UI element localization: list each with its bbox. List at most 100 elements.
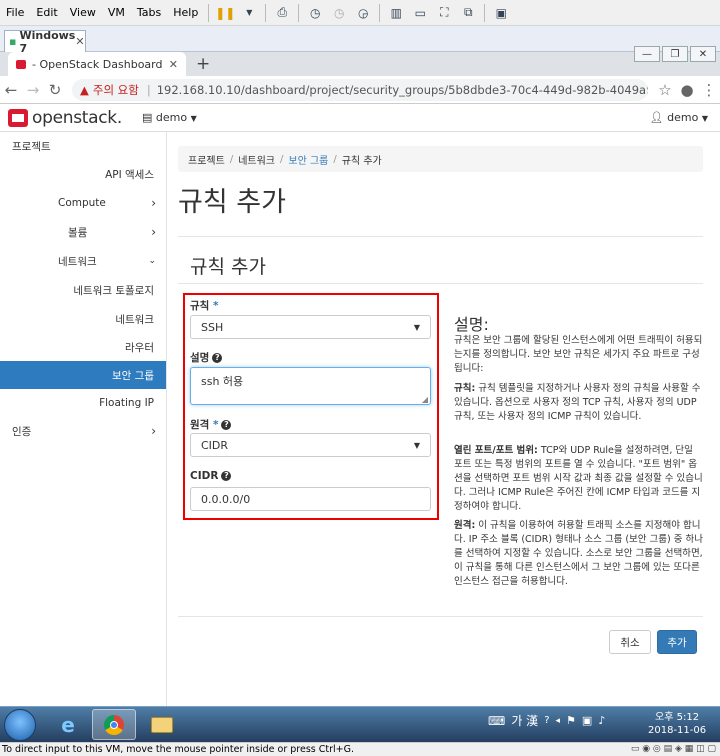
browser-tab[interactable]: - OpenStack Dashboard ✕ bbox=[8, 52, 186, 76]
sidebar-item-security-groups[interactable]: 보안 그룹 bbox=[0, 361, 166, 389]
unity-icon[interactable]: ⧉ bbox=[458, 4, 478, 22]
breadcrumb-separator: / bbox=[229, 153, 234, 165]
help-text: 이 규칙을 이용하여 허용할 트래픽 소스를 지정해야 합니다. IP 주소 블… bbox=[454, 520, 704, 587]
toolbar-divider bbox=[379, 3, 381, 22]
help-icon[interactable]: ? bbox=[212, 353, 223, 363]
cidr-input[interactable]: 0.0.0.0/0 bbox=[190, 487, 431, 511]
vm-tab-label: Windows 7 bbox=[19, 28, 76, 55]
sidebar-item-identity[interactable]: 인증 › bbox=[12, 417, 166, 445]
help-icon[interactable]: ? bbox=[221, 420, 232, 430]
snapshot-icon[interactable]: ◷ bbox=[305, 4, 325, 22]
vm-tab-windows7[interactable]: ▪ Windows 7 ✕ bbox=[4, 28, 86, 55]
breadcrumb-separator: / bbox=[280, 153, 284, 165]
menu-help[interactable]: Help bbox=[167, 6, 204, 19]
cancel-button[interactable]: 취소 bbox=[609, 630, 651, 654]
help-icon[interactable]: ? bbox=[221, 471, 232, 481]
help-icon[interactable]: ? bbox=[544, 715, 549, 726]
add-button[interactable]: 추가 bbox=[657, 630, 697, 654]
rule-select[interactable]: SSH ▼ bbox=[190, 315, 431, 339]
caret-down-icon: ▼ bbox=[190, 114, 197, 123]
breadcrumb-link[interactable]: 보안 그룹 bbox=[288, 152, 328, 167]
project-selector[interactable]: ▤ demo ▼ bbox=[142, 111, 197, 124]
breadcrumb-current: 규칙 추가 bbox=[341, 155, 382, 167]
rule-select-value: SSH bbox=[201, 320, 224, 334]
revert-snapshot-icon[interactable]: ◷ bbox=[329, 4, 349, 22]
sidebar-item-api-access[interactable]: API 액세스 bbox=[0, 160, 166, 188]
openstack-logo[interactable]: openstack. bbox=[8, 108, 122, 128]
account-icon[interactable]: ● bbox=[676, 81, 698, 99]
sidebar-item-label: 라우터 bbox=[125, 341, 154, 354]
reload-icon[interactable]: ↻ bbox=[44, 81, 66, 99]
sidebar-item-networks[interactable]: 네트워크 bbox=[0, 305, 166, 333]
breadcrumb-item[interactable]: 프로젝트 bbox=[188, 152, 225, 167]
rule-label: 규칙 * bbox=[190, 298, 218, 313]
chevron-right-icon: › bbox=[151, 225, 156, 239]
ime-indicator[interactable]: 가 漢 bbox=[511, 712, 538, 729]
help-title: 설명: bbox=[454, 315, 489, 334]
start-button-icon[interactable] bbox=[4, 709, 36, 741]
clock[interactable]: 오후 5:12 2018-11-06 bbox=[648, 711, 706, 737]
help-paragraph: 원격: 이 규칙을 이용하여 허용할 트래픽 소스를 지정해야 합니다. IP … bbox=[454, 519, 704, 589]
user-menu[interactable]: 👤︎ demo ▼ bbox=[650, 111, 708, 124]
volume-icon[interactable]: ♪ bbox=[598, 714, 605, 727]
sidebar-item-router[interactable]: 라우터 bbox=[0, 333, 166, 361]
clock-time: 오후 5:12 bbox=[655, 712, 700, 723]
back-icon[interactable]: ← bbox=[0, 81, 22, 99]
menu-view[interactable]: View bbox=[64, 6, 102, 19]
modal-title: 규칙 추가 bbox=[190, 256, 266, 278]
url-field[interactable]: ▲ 주의 요함 | 192.168.10.10/dashboard/projec… bbox=[72, 78, 648, 101]
project-icon: ▤ bbox=[141, 111, 156, 124]
chrome-icon[interactable] bbox=[92, 709, 136, 740]
security-label[interactable]: 주의 요함 bbox=[93, 82, 139, 98]
minimize-icon[interactable]: — bbox=[634, 46, 660, 62]
menu-kebab-icon[interactable]: ⋮ bbox=[698, 81, 720, 99]
sidebar-item-network[interactable]: 네트워크 ⌄ bbox=[0, 247, 166, 275]
snapshot-manager-icon[interactable]: ◶ bbox=[353, 4, 373, 22]
restore-icon[interactable]: ❐ bbox=[662, 46, 688, 62]
openstack-header: openstack. ▤ demo ▼ 👤︎ demo ▼ bbox=[0, 104, 720, 132]
menu-vm[interactable]: VM bbox=[102, 6, 131, 19]
sidebar-item-project[interactable]: 프로젝트 bbox=[12, 132, 162, 160]
fullscreen-icon[interactable]: ⛶ bbox=[434, 4, 454, 22]
menu-tabs[interactable]: Tabs bbox=[131, 6, 167, 19]
flag-icon[interactable]: ⚑ bbox=[566, 714, 576, 727]
new-tab-icon[interactable]: + bbox=[196, 54, 210, 74]
caret-down-icon: ▼ bbox=[413, 440, 420, 450]
vm-icon: ▪ bbox=[9, 35, 17, 48]
network-icon[interactable]: ▣ bbox=[582, 714, 592, 727]
help-term: 열린 포트/포트 범위: bbox=[454, 445, 538, 456]
cidr-label: CIDR? bbox=[190, 470, 232, 482]
pause-icon[interactable]: ❚❚ bbox=[215, 4, 235, 22]
remote-label: 원격 *? bbox=[190, 417, 232, 432]
keyboard-icon[interactable]: ⌨ bbox=[488, 714, 505, 728]
status-text: To direct input to this VM, move the mou… bbox=[2, 744, 354, 755]
sidebar-item-volume[interactable]: 볼륨 › bbox=[0, 218, 166, 246]
sidebar-item-compute[interactable]: Compute › bbox=[0, 189, 166, 217]
sidebar-view-icon[interactable]: ▥ bbox=[386, 4, 406, 22]
forward-icon[interactable]: → bbox=[22, 81, 44, 99]
console-view-icon[interactable]: ▭ bbox=[410, 4, 430, 22]
tray-expand-icon[interactable]: ◂ bbox=[556, 716, 561, 726]
menu-edit[interactable]: Edit bbox=[30, 6, 63, 19]
toolbar-divider bbox=[484, 3, 486, 22]
internet-explorer-icon[interactable]: e bbox=[46, 709, 90, 740]
sidebar-item-network-topology[interactable]: 네트워크 토폴로지 bbox=[0, 276, 166, 304]
resize-grip-icon[interactable]: ◢ bbox=[422, 395, 428, 404]
sidebar-item-floating-ip[interactable]: Floating IP bbox=[0, 389, 166, 417]
close-icon[interactable]: ✕ bbox=[169, 58, 178, 71]
thumbnail-view-icon[interactable]: ▣ bbox=[491, 4, 511, 22]
description-label-text: 설명 bbox=[190, 352, 210, 364]
file-explorer-icon[interactable] bbox=[140, 709, 184, 740]
close-icon[interactable]: ✕ bbox=[75, 35, 84, 48]
remote-label-text: 원격 bbox=[190, 419, 210, 431]
system-tray: ⌨ 가 漢 ? ◂ ⚑ ▣ ♪ bbox=[488, 712, 605, 729]
bookmark-star-icon[interactable]: ☆ bbox=[654, 81, 676, 99]
dropdown-arrow-icon[interactable]: ▼ bbox=[239, 4, 259, 22]
description-textarea[interactable]: ssh 허용 ◢ bbox=[190, 367, 431, 405]
warning-icon[interactable]: ▲ bbox=[80, 83, 89, 97]
breadcrumb-item[interactable]: 네트워크 bbox=[238, 152, 275, 167]
remote-select[interactable]: CIDR ▼ bbox=[190, 433, 431, 457]
menu-file[interactable]: File bbox=[0, 6, 30, 19]
send-ctrl-alt-del-icon[interactable]: ⎙ bbox=[272, 4, 292, 22]
close-window-icon[interactable]: ✕ bbox=[690, 46, 716, 62]
